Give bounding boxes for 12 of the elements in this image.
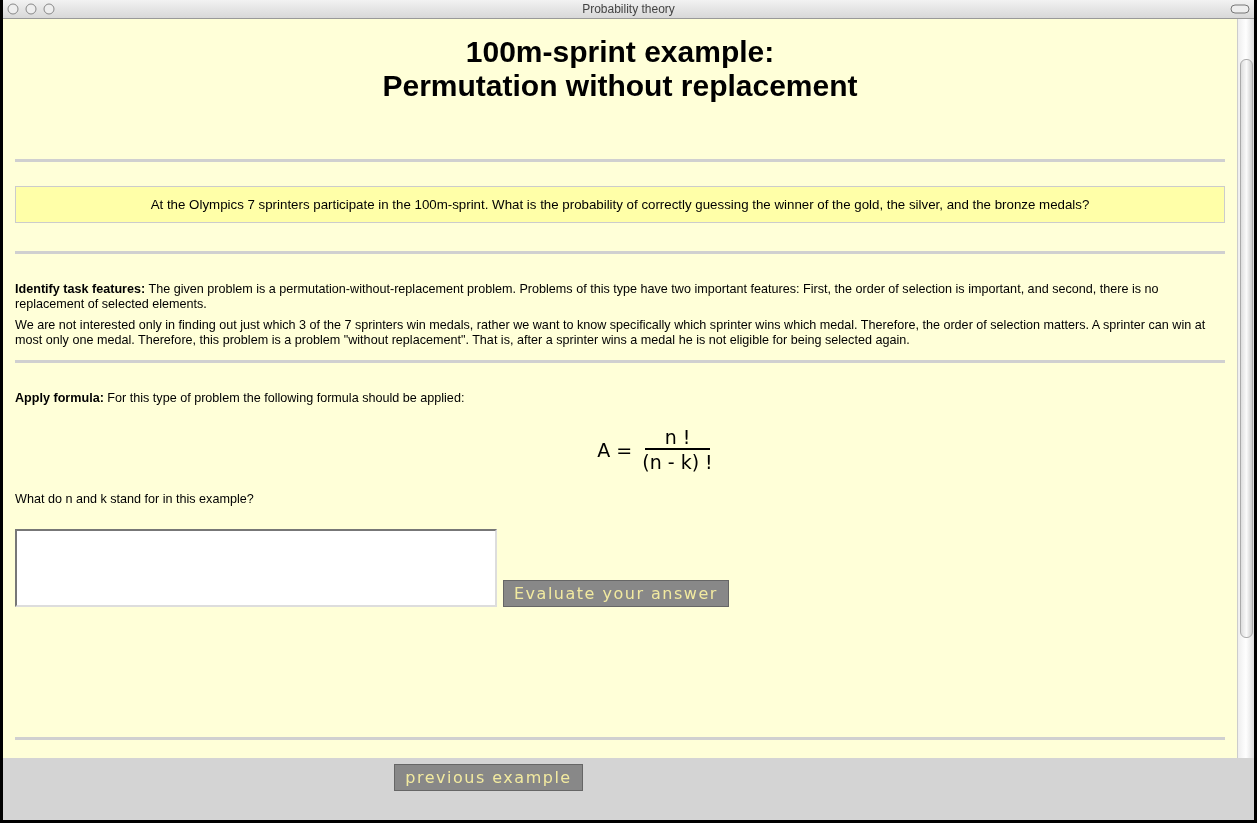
page-heading: 100m-sprint example: Permutation without replacement: [381, 35, 859, 103]
window-title: Probability theory: [582, 2, 675, 16]
answer-box[interactable]: [15, 529, 497, 607]
paragraph: Apply formula: For this type of problem the following formula should be applied:: [15, 391, 466, 406]
previous-button[interactable]: previous example: [394, 764, 583, 791]
evaluate-button[interactable]: Evaluate your answer: [503, 580, 729, 607]
problem-statement: At the Olympics 7 sprinters participate in the 100m-sprint. What is the probability of correctly guessing the winner of the gold, the silver, and the bronze medals?: [15, 186, 1225, 223]
question: What do n and k stand for in this example?: [15, 492, 255, 507]
scrollbar[interactable]: [1237, 19, 1254, 758]
paragraph: Identify task features: The given problem is a permutation-without-replacement problem. Problems of this type have two important features: First, the order of selection is important, and second, there is no replacement of selected elements.: [15, 282, 1160, 312]
toolbar-toggle-icon[interactable]: [1230, 4, 1250, 14]
paragraph: We are not interested only in finding out just which 3 of the 7 sprinters win medals, rather we want to know specifically which sprinter wins which medal. Therefore, the order of selection matters. A sprinter can win at most only one medal. Therefore, this problem is a problem "without replacement". That is, after a sprinter wins a medal he is not eligible for being selected again.: [15, 318, 1207, 348]
